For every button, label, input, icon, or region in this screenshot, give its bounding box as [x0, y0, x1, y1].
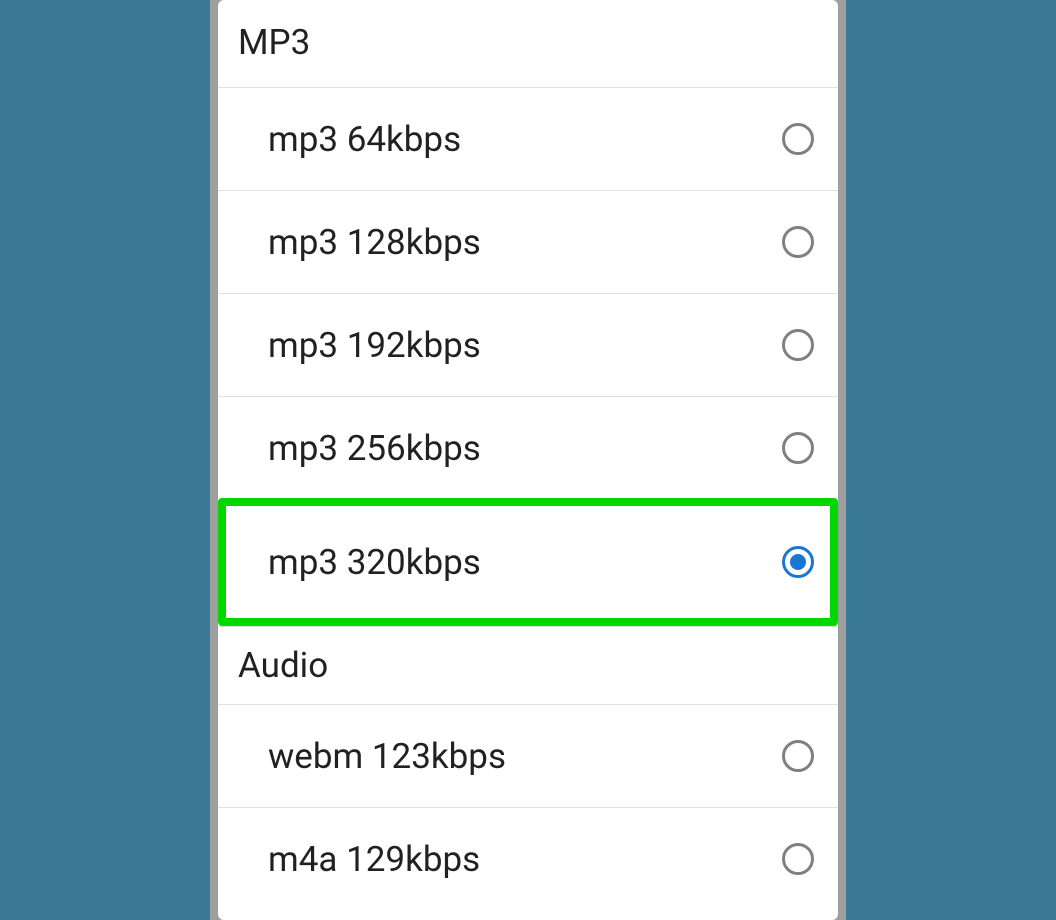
- radio-icon-selected[interactable]: [782, 546, 814, 578]
- format-selection-panel: MP3 mp3 64kbps mp3 128kbps mp3 192kbps m…: [218, 0, 838, 920]
- section-title: Audio: [238, 645, 328, 686]
- option-mp3-320kbps[interactable]: mp3 320kbps: [218, 498, 838, 626]
- radio-icon[interactable]: [782, 432, 814, 464]
- option-label: mp3 128kbps: [268, 222, 481, 263]
- option-label: webm 123kbps: [268, 736, 506, 777]
- option-m4a-129kbps[interactable]: m4a 129kbps: [218, 807, 838, 910]
- option-label: mp3 64kbps: [268, 119, 461, 160]
- section-title: MP3: [238, 22, 310, 63]
- section-header-audio: Audio: [218, 626, 838, 704]
- option-label: mp3 320kbps: [268, 542, 481, 583]
- radio-icon[interactable]: [782, 740, 814, 772]
- option-mp3-64kbps[interactable]: mp3 64kbps: [218, 87, 838, 190]
- option-label: m4a 129kbps: [268, 839, 480, 880]
- option-mp3-256kbps[interactable]: mp3 256kbps: [218, 396, 838, 499]
- radio-icon[interactable]: [782, 123, 814, 155]
- device-frame: MP3 mp3 64kbps mp3 128kbps mp3 192kbps m…: [210, 0, 846, 920]
- option-webm-123kbps[interactable]: webm 123kbps: [218, 704, 838, 807]
- option-mp3-192kbps[interactable]: mp3 192kbps: [218, 293, 838, 396]
- option-label: mp3 256kbps: [268, 428, 481, 469]
- option-label: mp3 192kbps: [268, 325, 481, 366]
- radio-icon[interactable]: [782, 329, 814, 361]
- option-mp3-128kbps[interactable]: mp3 128kbps: [218, 190, 838, 293]
- section-header-mp3: MP3: [218, 0, 838, 87]
- radio-icon[interactable]: [782, 843, 814, 875]
- radio-icon[interactable]: [782, 226, 814, 258]
